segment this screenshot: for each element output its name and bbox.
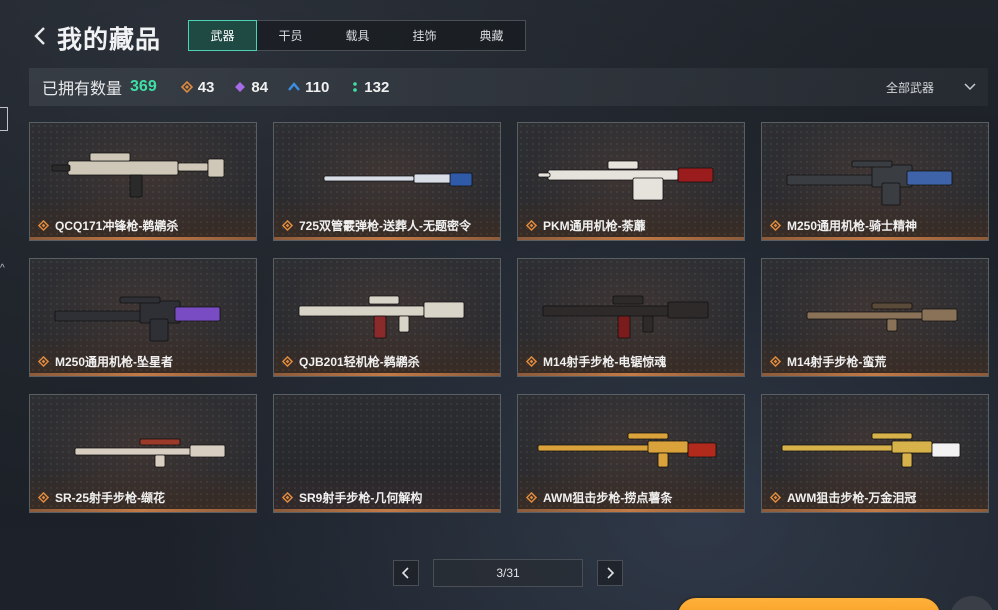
gem-orange-count: 43 <box>197 78 215 96</box>
weapon-skin-image <box>323 172 473 187</box>
chevron-down-icon <box>964 83 976 91</box>
weapon-skin-image <box>786 160 953 206</box>
gem-blue: 110 <box>288 79 329 96</box>
weapon-name: PKM通用机枪-荼蘼 <box>543 219 646 233</box>
weapon-skin-image <box>537 160 714 201</box>
weapon-card[interactable]: QCQ171冲锋枪-鹈鹕杀 <box>29 122 257 241</box>
orange-diamond-icon <box>770 492 781 503</box>
weapon-card[interactable]: AWM狙击步枪-万金泪冠 <box>761 394 989 513</box>
weapon-card-caption: M250通用机枪-坠星者 <box>38 353 173 370</box>
weapon-skin-image <box>298 295 465 339</box>
side-caret-icon[interactable]: ^ <box>0 263 5 274</box>
weapon-card[interactable]: SR-25射手步枪-缬花 <box>29 394 257 513</box>
weapon-skin-image <box>74 438 226 468</box>
weapon-skin-image <box>537 432 717 468</box>
weapon-name: M14射手步枪-蛮荒 <box>787 355 887 369</box>
next-page-button[interactable] <box>597 560 623 586</box>
blue-chevron-icon <box>288 82 301 91</box>
gem-blue-count: 110 <box>305 78 330 96</box>
weapon-card-caption: M250通用机枪-骑士精神 <box>770 217 917 234</box>
weapon-card[interactable]: SR9射手步枪-几何解构 <box>273 394 501 513</box>
orange-diamond-icon <box>282 220 293 231</box>
weapon-card-caption: QCQ171冲锋枪-鹈鹕杀 <box>38 217 178 234</box>
side-panel-edge[interactable] <box>0 107 8 131</box>
weapon-card[interactable]: M14射手步枪-电锯惊魂 <box>517 258 745 377</box>
weapon-card-caption: 725双管霰弹枪-送葬人-无题密令 <box>282 217 471 234</box>
weapon-name: AWM狙击步枪-捞点薯条 <box>543 491 673 505</box>
weapon-name: SR9射手步枪-几何解构 <box>299 491 423 505</box>
weapon-skin-image <box>54 296 221 342</box>
weapon-card[interactable]: AWM狙击步枪-捞点薯条 <box>517 394 745 513</box>
purple-diamond-icon <box>235 82 246 92</box>
chevron-right-icon <box>607 567 615 579</box>
back-button[interactable] <box>30 24 52 48</box>
orange-diamond-icon <box>282 492 293 503</box>
tab-operators[interactable]: 干员 <box>257 21 324 50</box>
weapon-name: AWM狙击步枪-万金泪冠 <box>787 491 917 505</box>
weapon-filter-label: 全部武器 <box>885 80 934 95</box>
weapon-card-caption: QJB201轻机枪-鹈鹕杀 <box>282 353 420 370</box>
chevron-left-icon <box>34 27 45 45</box>
collection-page: 我的藏品 武器 干员 载具 挂饰 典藏 已拥有数量 369 43 84 110 <box>0 0 998 610</box>
weapon-skin-image <box>542 295 709 339</box>
weapon-card-caption: M14射手步枪-蛮荒 <box>770 353 886 370</box>
tab-vehicles[interactable]: 载具 <box>324 21 391 50</box>
weapon-card[interactable]: 725双管霰弹枪-送葬人-无题密令 <box>273 122 501 241</box>
weapon-card-caption: PKM通用机枪-荼蘼 <box>526 217 646 234</box>
gem-orange: 43 <box>180 78 215 96</box>
owned-count-label: 已拥有数量 <box>42 81 123 98</box>
weapon-card-caption: M14射手步枪-电锯惊魂 <box>526 353 666 370</box>
orange-diamond-icon <box>770 356 781 367</box>
weapon-name: QCQ171冲锋枪-鹈鹕杀 <box>55 219 179 233</box>
weapon-skin-image <box>781 432 961 468</box>
weapon-card[interactable]: M250通用机枪-坠星者 <box>29 258 257 377</box>
action-button[interactable] <box>676 596 942 610</box>
orange-diamond-icon <box>526 356 537 367</box>
weapon-name: QJB201轻机枪-鹈鹕杀 <box>299 355 420 369</box>
orange-diamond-icon <box>38 356 49 367</box>
pagination: 3/31 <box>393 559 623 587</box>
ownership-stats-bar: 已拥有数量 369 43 84 110 132 全部武器 <box>29 68 988 106</box>
weapon-skin-image <box>806 302 958 332</box>
owned-count-total: 369 <box>130 78 157 95</box>
weapon-name: M250通用机枪-坠星者 <box>55 355 174 369</box>
weapon-card-caption: AWM狙击步枪-万金泪冠 <box>770 489 916 506</box>
gem-purple-count: 84 <box>251 78 269 96</box>
weapon-name: SR-25射手步枪-缬花 <box>55 491 166 505</box>
orange-diamond-icon <box>38 492 49 503</box>
weapon-name: M250通用机枪-骑士精神 <box>787 219 918 233</box>
gem-green-count: 132 <box>364 78 390 96</box>
orange-diamond-icon <box>38 220 49 231</box>
tab-charms[interactable]: 挂饰 <box>391 21 458 50</box>
page-title: 我的藏品 <box>57 26 162 54</box>
weapon-card[interactable]: M250通用机枪-骑士精神 <box>761 122 989 241</box>
prev-page-button[interactable] <box>393 560 419 586</box>
weapon-card[interactable]: PKM通用机枪-荼蘼 <box>517 122 745 241</box>
tab-weapons[interactable]: 武器 <box>188 20 257 51</box>
gem-green: 132 <box>351 79 389 96</box>
weapon-card[interactable]: QJB201轻机枪-鹈鹕杀 <box>273 258 501 377</box>
weapon-name: M14射手步枪-电锯惊魂 <box>543 355 667 369</box>
tab-collection[interactable]: 典藏 <box>458 21 525 50</box>
orange-diamond-icon <box>526 492 537 503</box>
weapon-card-caption: SR-25射手步枪-缬花 <box>38 489 165 506</box>
orange-diamond-icon <box>282 356 293 367</box>
collection-grid: QCQ171冲锋枪-鹈鹕杀 725双管霰弹枪-送葬人-无题密令 PKM通用机枪-荼蘼… <box>29 122 989 513</box>
orange-diamond-icon <box>770 220 781 231</box>
category-tabs: 武器 干员 载具 挂饰 典藏 <box>188 20 526 51</box>
weapon-skin-image <box>51 152 225 198</box>
chevron-left-icon <box>401 567 409 579</box>
weapon-name: 725双管霰弹枪-送葬人-无题密令 <box>299 219 472 233</box>
green-dots-icon <box>353 82 358 92</box>
orange-diamond-icon <box>180 81 193 93</box>
page-indicator: 3/31 <box>433 559 583 587</box>
weapon-card-caption: SR9射手步枪-几何解构 <box>282 489 422 506</box>
round-button[interactable] <box>950 596 994 610</box>
orange-diamond-icon <box>526 220 537 231</box>
weapon-filter-dropdown[interactable]: 全部武器 <box>886 68 976 106</box>
gem-purple: 84 <box>234 79 268 96</box>
weapon-card-caption: AWM狙击步枪-捞点薯条 <box>526 489 672 506</box>
weapon-card[interactable]: M14射手步枪-蛮荒 <box>761 258 989 377</box>
